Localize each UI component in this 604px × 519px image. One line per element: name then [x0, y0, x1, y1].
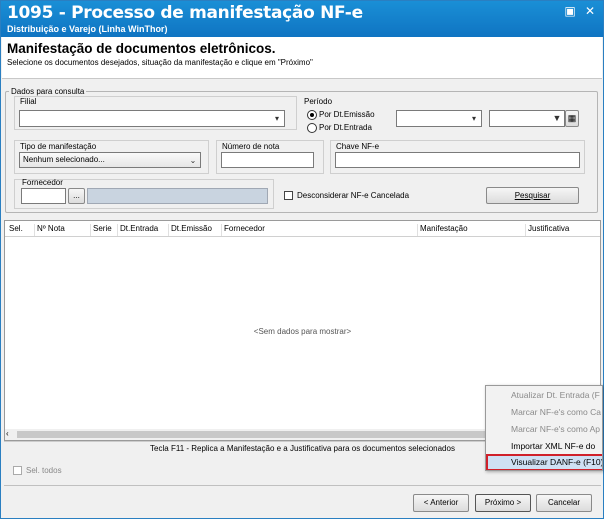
sel-todos-checkbox[interactable]: [13, 466, 22, 475]
fornecedor-code-input[interactable]: [21, 188, 66, 204]
menu-item-importar-xml[interactable]: Importar XML NF-e do: [486, 438, 602, 455]
dropdown-arrow-icon[interactable]: ▼: [551, 112, 563, 125]
chevron-down-icon[interactable]: ▾: [271, 112, 283, 125]
col-dt-emissao[interactable]: Dt.Emissão: [168, 224, 212, 236]
tipo-manifestacao-select[interactable]: Nenhum selecionado... ⌄: [19, 152, 201, 168]
proximo-button[interactable]: Próximo >: [475, 494, 531, 512]
fornecedor-label: Fornecedor: [22, 178, 63, 187]
col-dt-entrada[interactable]: Dt.Entrada: [117, 224, 158, 236]
menu-item-marcar-cancelada[interactable]: Marcar NF-e's como Ca: [486, 404, 602, 421]
col-serie[interactable]: Serie: [90, 224, 112, 236]
scrollbar-thumb[interactable]: [17, 431, 487, 438]
numero-label: Número de nota: [222, 142, 280, 151]
periodo-label: Período: [304, 97, 333, 106]
fornecedor-name-field: [87, 188, 268, 204]
chevron-down-icon[interactable]: ⌄: [187, 154, 199, 167]
page-header: Manifestação de documentos eletrônicos. …: [2, 37, 602, 79]
window-title: 1095 - Processo de manifestação NF-e: [7, 3, 363, 23]
context-menu: Atualizar Dt. Entrada (F Marcar NF-e's c…: [485, 385, 603, 471]
menu-item-marcar-aprovada[interactable]: Marcar NF-e's como Ap: [486, 421, 602, 438]
window-subtitle: Distribuição e Varejo (Linha WinThor): [7, 24, 168, 34]
grid-empty-text: <Sem dados para mostrar>: [253, 327, 352, 336]
desconsiderar-checkbox[interactable]: [284, 191, 293, 200]
footer-separator: [4, 485, 601, 486]
tipo-label: Tipo de manifestação: [20, 142, 97, 151]
chave-nfe-input[interactable]: [335, 152, 580, 168]
col-manifestacao[interactable]: Manifestação: [417, 224, 468, 236]
restore-icon[interactable]: ▣: [561, 3, 579, 19]
close-icon[interactable]: ✕: [581, 3, 599, 19]
fornecedor-search-button[interactable]: ...: [68, 188, 85, 204]
menu-item-atualizar-dt-entrada[interactable]: Atualizar Dt. Entrada (F: [486, 387, 602, 404]
tipo-manifestacao-value: Nenhum selecionado...: [23, 155, 105, 164]
col-sel[interactable]: Sel.: [7, 224, 23, 236]
scroll-left-icon[interactable]: ‹: [6, 429, 9, 438]
pesquisar-button[interactable]: Pesquisar: [486, 187, 579, 204]
sel-todos-label: Sel. todos: [26, 466, 62, 475]
calendar-icon[interactable]: ▦: [565, 110, 579, 127]
page-title: Manifestação de documentos eletrônicos.: [7, 41, 276, 56]
desconsiderar-label: Desconsiderar NF-e Cancelada: [297, 191, 410, 200]
chave-label: Chave NF-e: [336, 142, 380, 151]
filial-select[interactable]: ▾: [19, 110, 285, 127]
date-start-field[interactable]: ▾: [396, 110, 482, 127]
radio-por-dt-entrada[interactable]: [307, 123, 317, 133]
numero-nota-input[interactable]: [221, 152, 314, 168]
col-numero-nota[interactable]: Nº Nota: [34, 224, 65, 236]
radio-por-dt-emissao[interactable]: [307, 110, 317, 120]
title-bar: 1095 - Processo de manifestação NF-e Dis…: [1, 1, 603, 37]
col-fornecedor[interactable]: Fornecedor: [221, 224, 265, 236]
col-justificativa[interactable]: Justificativa: [525, 224, 569, 236]
grid-header: Sel. Nº Nota Serie Dt.Entrada Dt.Emissão…: [5, 221, 600, 237]
chevron-down-icon[interactable]: ▾: [468, 112, 480, 125]
cancelar-button[interactable]: Cancelar: [536, 494, 592, 512]
page-instruction: Selecione os documentos desejados, situa…: [7, 58, 313, 67]
radio-por-dt-entrada-label: Por Dt.Entrada: [319, 123, 372, 132]
anterior-button[interactable]: < Anterior: [413, 494, 469, 512]
date-end-field[interactable]: ▼: [489, 110, 565, 127]
menu-item-visualizar-danfe[interactable]: Visualizar DANF-e (F10): [486, 454, 602, 470]
filial-label: Filial: [20, 97, 37, 106]
radio-por-dt-emissao-label: Por Dt.Emissão: [319, 110, 375, 119]
query-group-label: Dados para consulta: [9, 87, 87, 96]
main-window: 1095 - Processo de manifestação NF-e Dis…: [0, 0, 604, 519]
pesquisar-button-label: Pesquisar: [514, 191, 551, 200]
